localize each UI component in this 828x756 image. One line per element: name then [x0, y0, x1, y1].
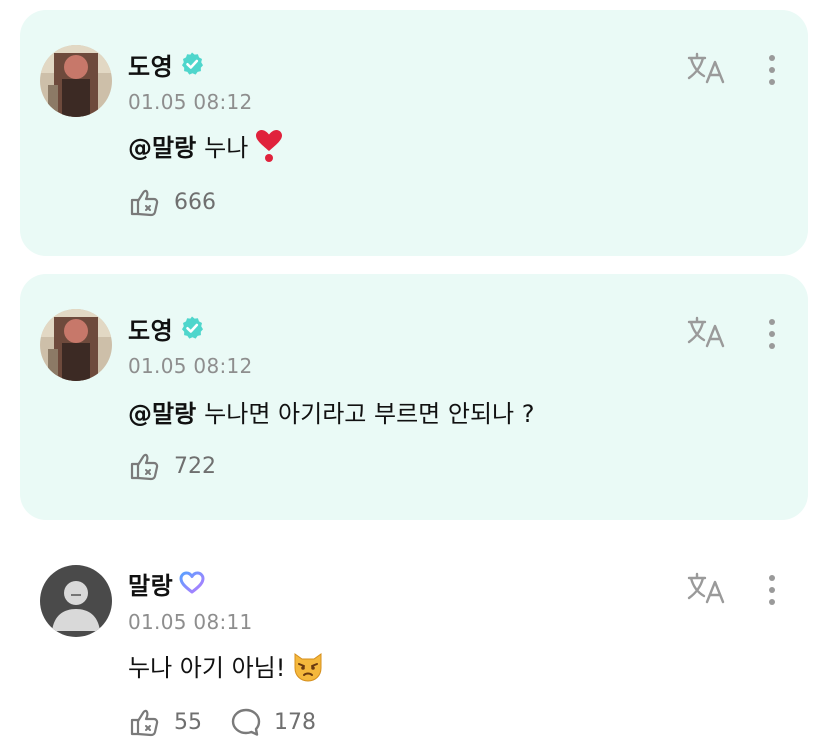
comment-bubble-icon	[231, 708, 261, 736]
verified-badge-icon	[179, 315, 205, 341]
heart-badge-icon	[179, 571, 205, 595]
comment-card-highlighted: 도영 01.05 08:12 @말랑 누나 666	[20, 10, 808, 256]
author-row: 도영	[128, 47, 205, 81]
more-vertical-icon	[769, 55, 775, 85]
more-options-button[interactable]	[762, 570, 782, 610]
author-name[interactable]: 도영	[128, 47, 173, 82]
author-name[interactable]: 도영	[128, 311, 173, 346]
comment-stats: 55 178	[128, 707, 344, 737]
translate-button[interactable]	[684, 570, 728, 606]
comment-card-highlighted: 도영 01.05 08:12 @말랑 누나면 아기라고 부르면 안되나 ? 72…	[20, 274, 808, 520]
timestamp: 01.05 08:12	[128, 90, 253, 114]
like-stat[interactable]: 55	[128, 707, 202, 737]
like-count: 666	[174, 189, 216, 215]
comment-body-text: 누나면 아기라고 부르면 안되나 ?	[204, 400, 535, 428]
author-row: 도영	[128, 311, 205, 345]
translate-icon	[687, 572, 725, 604]
like-stat[interactable]: 666	[128, 187, 216, 217]
more-options-button[interactable]	[762, 50, 782, 90]
author-row: 말랑	[128, 566, 205, 600]
comment-text: @말랑 누나	[128, 128, 284, 163]
verified-badge-icon	[179, 51, 205, 77]
comment-text: 누나 아기 아님!	[128, 648, 325, 683]
translate-icon	[687, 316, 725, 348]
author-name[interactable]: 말랑	[128, 566, 173, 601]
avatar[interactable]	[40, 309, 112, 381]
reply-stat[interactable]: 178	[230, 707, 316, 737]
more-vertical-icon	[769, 575, 775, 605]
comment-card: 말랑 01.05 08:11 누나 아기 아님! 55 178	[20, 546, 808, 756]
comment-body-text: 누나	[204, 134, 249, 162]
timestamp: 01.05 08:12	[128, 354, 253, 378]
pouting-cat-emoji-icon	[291, 650, 325, 682]
like-count: 722	[174, 453, 216, 479]
more-vertical-icon	[769, 319, 775, 349]
like-icon	[130, 453, 159, 481]
avatar[interactable]	[40, 45, 112, 117]
translate-button[interactable]	[684, 314, 728, 350]
mention-link[interactable]: @말랑	[128, 128, 196, 163]
mention-link[interactable]: @말랑	[128, 394, 196, 429]
reply-count: 178	[274, 709, 316, 735]
avatar[interactable]	[40, 565, 112, 637]
more-options-button[interactable]	[762, 314, 782, 354]
like-stat[interactable]: 722	[128, 451, 216, 481]
like-icon	[130, 189, 159, 217]
heart-exclamation-emoji-icon	[254, 129, 284, 163]
comment-stats: 722	[128, 451, 244, 481]
like-count: 55	[174, 709, 202, 735]
comment-text: @말랑 누나면 아기라고 부르면 안되나 ?	[128, 394, 534, 429]
like-icon	[130, 709, 159, 737]
comment-stats: 666	[128, 187, 244, 217]
comment-body-text: 누나 아기 아님!	[128, 654, 286, 682]
timestamp: 01.05 08:11	[128, 610, 253, 634]
translate-button[interactable]	[684, 50, 728, 86]
translate-icon	[687, 52, 725, 84]
